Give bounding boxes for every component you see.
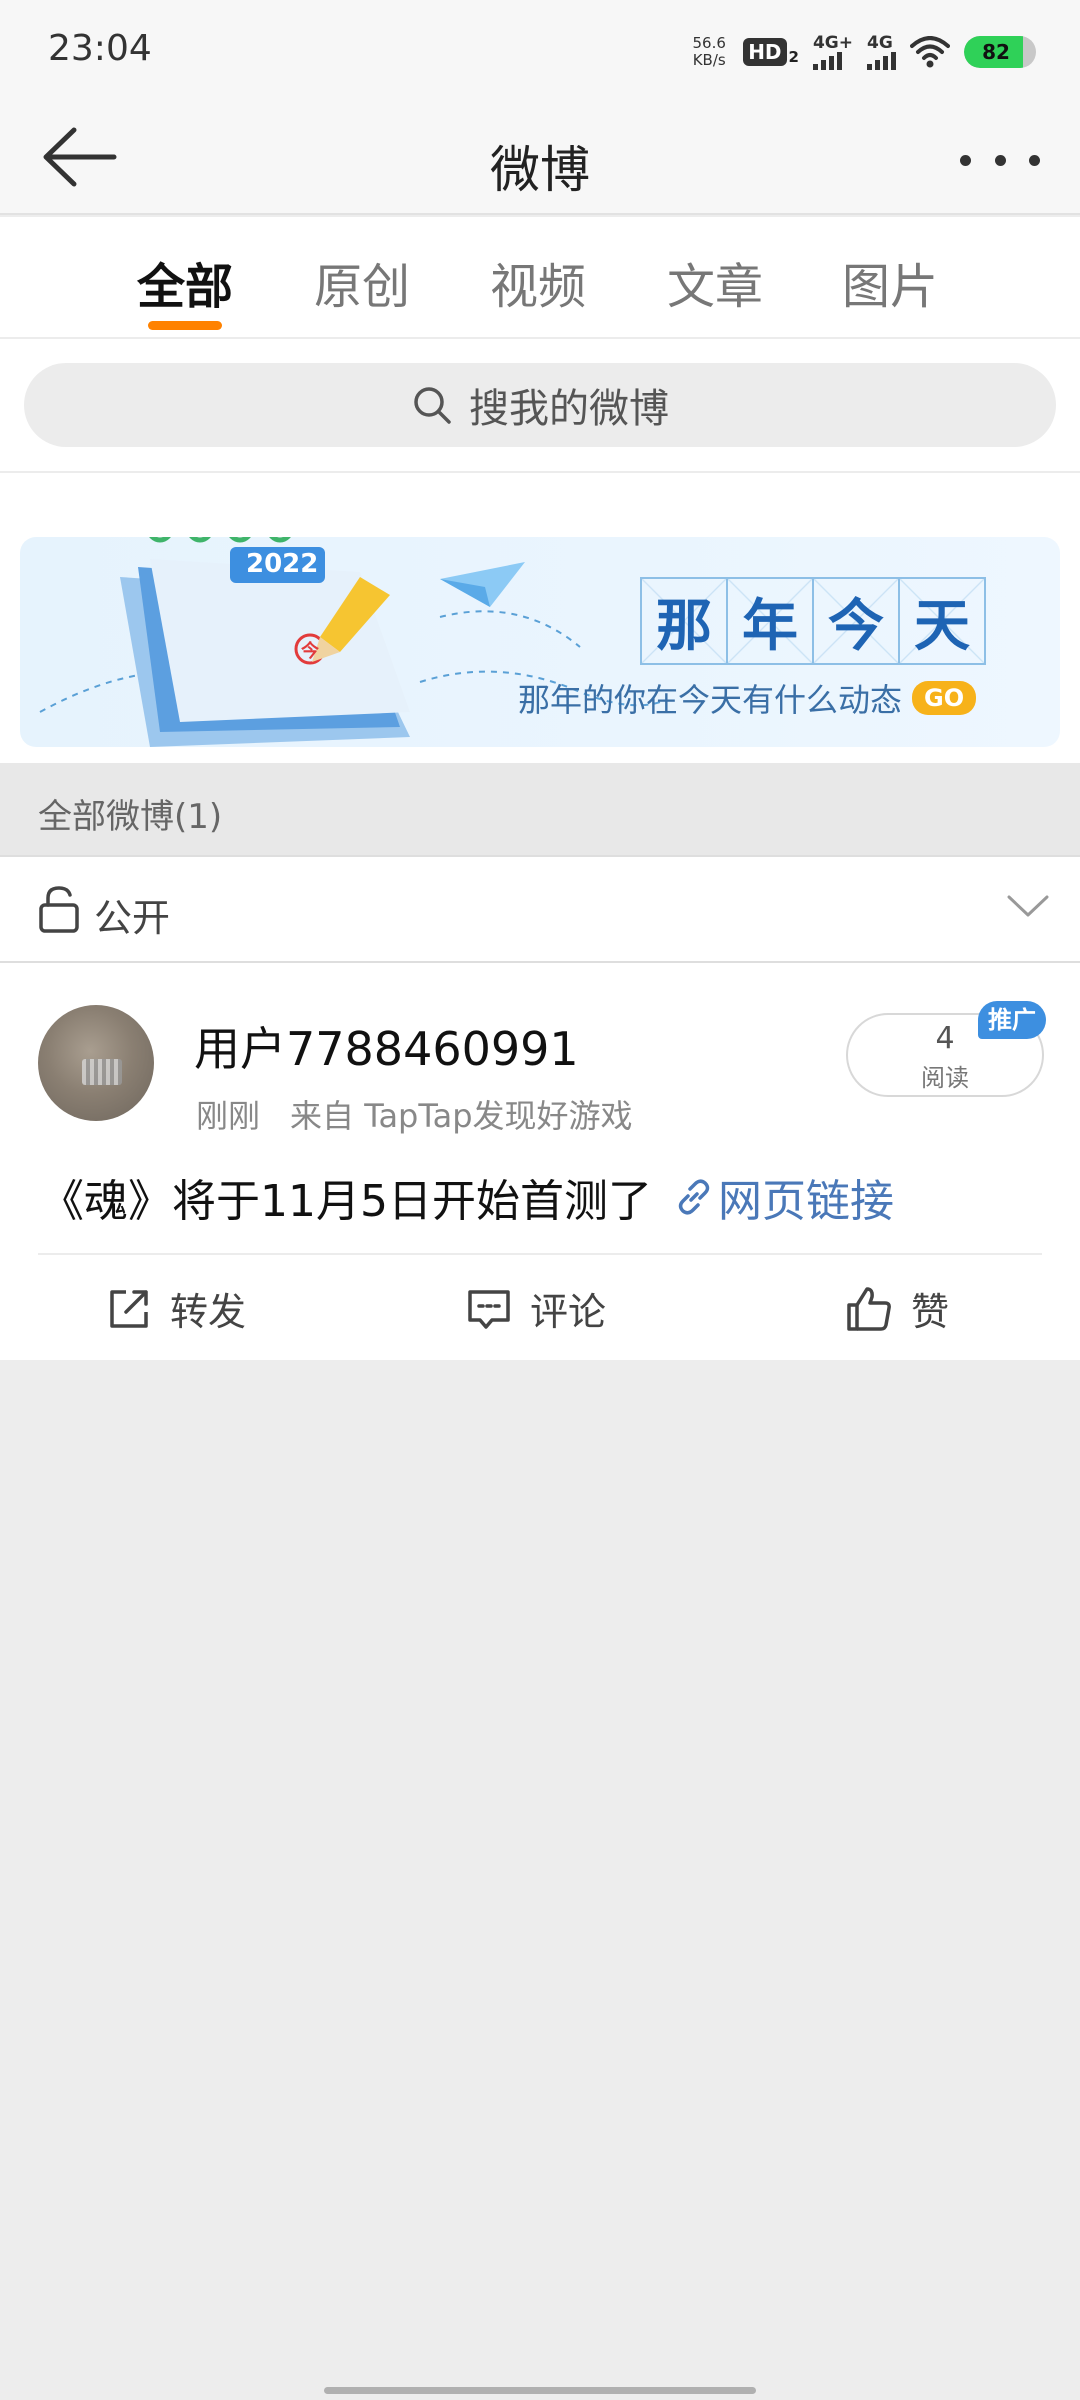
post-time: 刚刚: [196, 1097, 261, 1135]
home-indicator[interactable]: [324, 2387, 756, 2394]
hd-voice-icon: HD 2: [743, 38, 799, 66]
signal-bars-icon: [867, 52, 896, 70]
banner-subtitle-row: 那年的你在今天有什么动态 GO: [518, 675, 977, 721]
banner-go-button[interactable]: GO: [912, 681, 977, 715]
signal-icon-1: 4G+: [812, 33, 853, 70]
web-link-text: 网页链接: [717, 1176, 894, 1227]
banner-title: 那 年 今 天: [640, 577, 986, 665]
post-username[interactable]: 用户7788460991: [194, 1013, 579, 1079]
search-input[interactable]: 搜我的微博: [24, 363, 1056, 447]
tab-images[interactable]: 图片: [815, 247, 965, 317]
hd-label: HD: [743, 38, 787, 66]
battery-level: 82: [982, 40, 1010, 64]
status-time: 23:04: [48, 28, 152, 69]
section-title: 全部微博(1): [38, 797, 223, 837]
title-bar: 微博: [0, 100, 1080, 215]
banner-char: 天: [898, 577, 986, 665]
link-icon: [678, 1179, 710, 1215]
comment-button[interactable]: 评论: [466, 1281, 606, 1336]
wifi-icon: [910, 36, 950, 68]
banner-subtitle: 那年的你在今天有什么动态: [518, 681, 903, 719]
repost-button[interactable]: 转发: [106, 1281, 246, 1336]
post-source[interactable]: 来自 TapTap发现好游戏: [290, 1091, 633, 1137]
banner-char: 那: [640, 577, 728, 665]
visibility-label: 公开: [94, 896, 171, 940]
search-section: 搜我的微博: [0, 339, 1080, 473]
tab-article[interactable]: 文章: [640, 247, 790, 317]
hd-sub: 2: [788, 48, 799, 66]
network-speed-value: 56.6: [692, 34, 726, 52]
signal-1-label: 4G+: [812, 33, 853, 53]
more-button[interactable]: [960, 140, 1040, 180]
tab-video[interactable]: 视频: [463, 247, 613, 317]
battery-icon: 82: [964, 36, 1036, 68]
share-icon: [110, 1289, 148, 1328]
post-divider: [38, 1253, 1042, 1255]
unlock-icon: [39, 886, 79, 933]
signal-2-label: 4G: [867, 33, 893, 53]
signal-icon-2: 4G: [867, 34, 896, 70]
visibility-filter[interactable]: 公开: [0, 855, 1080, 963]
promo-badge[interactable]: 推广: [978, 1001, 1046, 1039]
tab-all[interactable]: 全部: [110, 247, 260, 317]
avatar-detail: [82, 1059, 122, 1085]
banner-char: 今: [812, 577, 900, 665]
more-dot-icon: [960, 154, 971, 166]
status-icons: 56.6 KB/s HD 2 4G+ 4G 82: [689, 30, 1036, 74]
comment-label: 评论: [530, 1290, 607, 1334]
tab-bar: 全部 原创 视频 文章 图片: [0, 217, 1080, 339]
page-title: 微博: [490, 141, 590, 199]
post-text: 《魂》将于11月5日开始首测了: [40, 1176, 652, 1227]
comment-icon: [468, 1289, 510, 1329]
avatar[interactable]: [38, 1005, 154, 1121]
web-link[interactable]: 网页链接: [674, 1165, 894, 1229]
like-label: 赞: [911, 1290, 950, 1334]
post-content: 《魂》将于11月5日开始首测了 网页链接: [40, 1165, 894, 1229]
like-button[interactable]: 赞: [845, 1281, 949, 1336]
chevron-down-icon: [1007, 895, 1049, 917]
post-meta: 刚刚 来自 TapTap发现好游戏: [196, 1091, 633, 1137]
calendar-year: 2022: [246, 549, 319, 579]
status-bar: 23:04 56.6 KB/s HD 2 4G+ 4G 82: [0, 0, 1080, 100]
search-icon: [414, 387, 451, 424]
more-dot-icon: [1029, 154, 1040, 166]
tab-active-indicator: [148, 321, 222, 330]
section-header: 全部微博(1): [0, 763, 1080, 855]
network-speed: 56.6 KB/s: [689, 35, 729, 69]
memories-banner[interactable]: 2022 今 那 年 今 天 那年的你在今天有什么动态 GO: [20, 537, 1060, 747]
banner-char: 年: [726, 577, 814, 665]
more-dot-icon: [994, 154, 1006, 166]
repost-label: 转发: [170, 1290, 247, 1334]
read-label: 阅读: [921, 1064, 969, 1092]
calendar-today-mark: 今: [301, 641, 319, 662]
network-speed-unit: KB/s: [692, 51, 726, 69]
thumbs-up-icon: [847, 1286, 891, 1331]
banner-section: 2022 今 那 年 今 天 那年的你在今天有什么动态 GO: [0, 473, 1080, 763]
post-card[interactable]: 用户7788460991 刚刚 来自 TapTap发现好游戏 4 阅读 推广 《…: [0, 963, 1080, 1360]
search-placeholder: 搜我的微博: [469, 386, 669, 432]
signal-bars-icon: [812, 52, 842, 70]
tab-original[interactable]: 原创: [287, 247, 437, 317]
